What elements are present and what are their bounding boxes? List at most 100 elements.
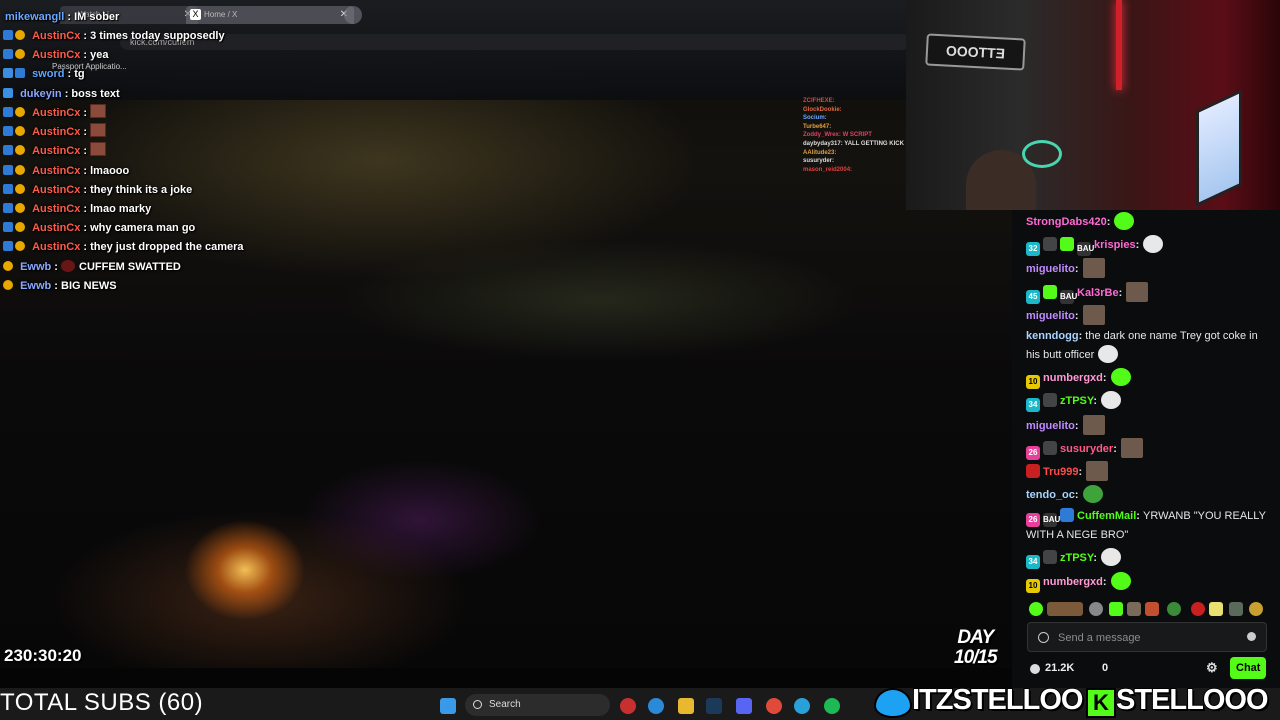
- sub-badge-icon: 34: [1026, 398, 1040, 412]
- folder-icon[interactable]: [678, 698, 694, 714]
- chat-username[interactable]: CuffemMail: [1077, 510, 1136, 522]
- chat-username: sword: [32, 68, 65, 80]
- emote-icon: [1082, 258, 1105, 278]
- chrome-icon[interactable]: [766, 698, 782, 714]
- chat-message: they just dropped the camera: [90, 241, 244, 253]
- chat-message-row: 26 susuryder:: [1026, 438, 1274, 460]
- in-video-chat-line: GlockDookie:: [803, 106, 842, 113]
- emote-icon[interactable]: [1145, 602, 1159, 616]
- chat-username[interactable]: zTPSY: [1060, 552, 1093, 564]
- chat-message-row: miguelito:: [1026, 415, 1274, 435]
- verified-icon: [3, 30, 13, 40]
- chat-username[interactable]: numbergxd: [1043, 372, 1103, 384]
- overlay-chat-line: AustinCx : why camera man go: [3, 219, 195, 237]
- chat-username[interactable]: krispies: [1094, 239, 1136, 251]
- emote-icon[interactable]: [1029, 602, 1043, 616]
- chat-username[interactable]: zTPSY: [1060, 395, 1093, 407]
- overlay-chat-line: AustinCx : they think its a joke: [3, 181, 192, 199]
- address-bar[interactable]: kick.com/cuffem: [120, 34, 910, 50]
- chat-username: Ewwb: [20, 280, 52, 292]
- edge-icon[interactable]: [648, 698, 664, 714]
- browser-tab-label: Home / X: [204, 10, 238, 19]
- emote-icon[interactable]: [1047, 602, 1083, 616]
- chat-username: AustinCx: [32, 145, 81, 157]
- sub-badge-icon: 26: [1026, 513, 1040, 527]
- chat-username[interactable]: miguelito: [1026, 420, 1075, 432]
- emote-icon[interactable]: [1191, 602, 1205, 616]
- chat-message-row: 26 BAU CuffemMail: YRWANB "YOU REALLY WITH…: [1026, 508, 1266, 541]
- telegram-icon[interactable]: [794, 698, 810, 714]
- sub-badge-icon: [3, 280, 13, 290]
- chat-message: 3 times today supposedly: [90, 30, 225, 42]
- chat-username[interactable]: miguelito: [1026, 263, 1075, 275]
- sub-badge-icon: 45: [1026, 290, 1040, 304]
- monitor: [1196, 89, 1242, 207]
- overlay-chat-line: Ewwb : BIG NEWS: [3, 277, 117, 295]
- chat-message-row: tendo_oc:: [1026, 485, 1274, 504]
- chat-username[interactable]: StrongDabs420: [1026, 216, 1107, 228]
- chat-message: lmao marky: [90, 203, 152, 215]
- emoji-picker-icon[interactable]: [1247, 632, 1256, 641]
- sub-badge-icon: [15, 241, 25, 251]
- custom-badge-icon: [1026, 464, 1040, 478]
- overlay-chat-line: AustinCx : they just dropped the camera: [3, 238, 244, 256]
- sub-badge-icon: [15, 107, 25, 117]
- chat-username[interactable]: numbergxd: [1043, 576, 1103, 588]
- chat-username[interactable]: kenndogg: [1026, 330, 1079, 342]
- viewer-count: 21.2K: [1045, 662, 1075, 674]
- emote-icon: [1114, 212, 1135, 230]
- steam-icon[interactable]: [706, 698, 722, 714]
- sub-badge-icon: [15, 49, 25, 59]
- overlay-chat-line: AustinCx :: [3, 142, 107, 160]
- gifter-badge-icon: [1043, 441, 1057, 455]
- discord-icon[interactable]: [736, 698, 752, 714]
- emote-icon[interactable]: [1089, 602, 1103, 616]
- send-chat-button[interactable]: Chat: [1230, 657, 1266, 679]
- chat-username: AustinCx: [32, 107, 81, 119]
- gear-icon[interactable]: ⚙: [1206, 661, 1218, 674]
- in-video-chat-line: ZCIFHEXE:: [803, 98, 835, 104]
- emote-icon[interactable]: [1209, 602, 1223, 616]
- chat-username[interactable]: miguelito: [1026, 310, 1075, 322]
- emote-icon[interactable]: [1229, 602, 1243, 616]
- chat-username: AustinCx: [32, 30, 81, 42]
- chat-username[interactable]: susuryder: [1060, 443, 1113, 455]
- chat-username: dukeyin: [20, 88, 62, 100]
- emote-icon: [90, 123, 107, 137]
- sub-badge-icon: [3, 261, 13, 271]
- chat-username[interactable]: Kal3rBe: [1077, 287, 1119, 299]
- emote-icon[interactable]: [1109, 602, 1123, 616]
- emote-icon[interactable]: [1249, 602, 1263, 616]
- app-icon[interactable]: [620, 698, 636, 714]
- chat-message-row: 10 numbergxd:: [1026, 368, 1274, 389]
- gift-badge-icon: [1043, 285, 1057, 299]
- emote-icon: [1098, 345, 1119, 363]
- spotify-icon[interactable]: [824, 698, 840, 714]
- chat-message-row: 34 zTPSY:: [1026, 391, 1274, 412]
- day-value: 10/15: [954, 647, 998, 668]
- emote-icon[interactable]: [1127, 602, 1141, 616]
- emote-icon[interactable]: [1167, 602, 1181, 616]
- in-video-chat-line: daybyday317: YALL GETTING KICK: [803, 140, 904, 147]
- taskbar-search[interactable]: Search: [465, 694, 610, 716]
- grid-badge-icon: [3, 88, 13, 98]
- twitter-icon: [874, 688, 912, 718]
- chat-message: lmaooo: [90, 165, 130, 177]
- verified-icon: [3, 222, 13, 232]
- chat-username: AustinCx: [32, 222, 81, 234]
- sub-badge-icon: [15, 222, 25, 232]
- wall-sign: OOOTTƎ: [925, 33, 1026, 71]
- sub-badge-icon: 34: [1026, 555, 1040, 569]
- windows-taskbar: Search: [430, 690, 880, 720]
- browser-tab-home-x[interactable]: X Home / X ✕: [186, 6, 354, 24]
- twitter-handle: ITZSTELLOO: [911, 683, 1084, 717]
- chat-message-row: 45 BAUKal3rBe:: [1026, 282, 1274, 304]
- gift-badge-icon: [1060, 237, 1074, 251]
- chat-message-row: Tru999:: [1026, 461, 1274, 481]
- chat-username[interactable]: Tru999: [1043, 466, 1078, 478]
- chat-message-input[interactable]: [1056, 628, 1240, 648]
- new-tab-button[interactable]: [344, 6, 362, 24]
- chat-username: mikewangll: [5, 11, 65, 23]
- windows-start-icon[interactable]: [440, 698, 456, 714]
- chat-username[interactable]: tendo_oc: [1026, 489, 1075, 501]
